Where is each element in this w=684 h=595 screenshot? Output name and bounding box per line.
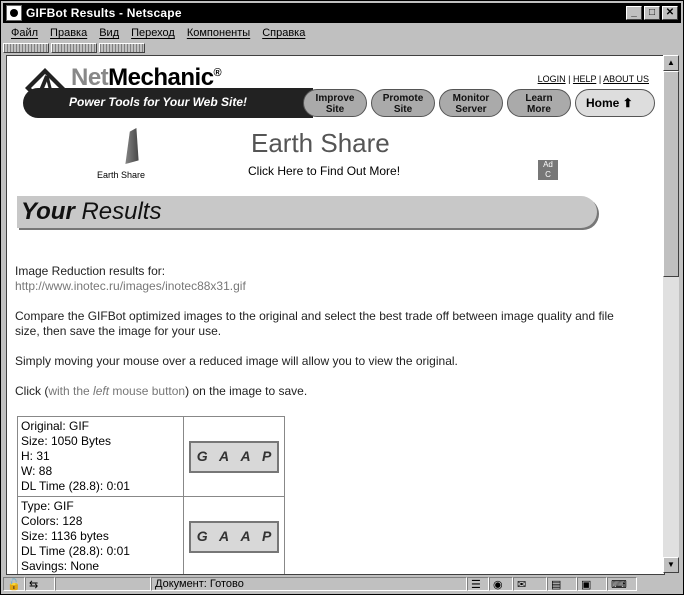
image-info: Original: GIF Size: 1050 Bytes H: 31 W: … (18, 417, 184, 496)
intro-text: Image Reduction results for: (15, 264, 166, 278)
mouseover-text: Simply moving your mouse over a reduced … (15, 354, 458, 368)
reduced-image-thumbnail[interactable]: GAAP (189, 520, 279, 553)
table-row: Type: GIF Colors: 128 Size: 1136 bytes D… (18, 496, 284, 574)
minimize-button[interactable]: _ (626, 6, 642, 20)
improve-site-button[interactable]: Improve Site (303, 89, 367, 117)
conference-icon[interactable]: ⌨ (607, 577, 637, 591)
toolbar-grip[interactable] (99, 43, 145, 53)
menu-components[interactable]: Компоненты (187, 27, 250, 39)
mail-icon[interactable]: ✉ (513, 577, 547, 591)
compare-text: Compare the GIFBot optimized images to t… (15, 309, 614, 338)
toolbar-grip[interactable] (3, 43, 49, 53)
netscape-icon (6, 5, 22, 21)
maximize-button[interactable]: □ (644, 6, 660, 20)
home-button[interactable]: Home ⬆ (575, 89, 655, 117)
table-row: Original: GIF Size: 1050 Bytes H: 31 W: … (18, 417, 284, 496)
earth-share-ad[interactable]: Earth Share Earth Share Click Here to Fi… (97, 126, 577, 184)
nav-pill: Power Tools for Your Web Site! Improve Si… (17, 86, 657, 120)
image-info: Type: GIF Colors: 128 Size: 1136 bytes D… (18, 497, 184, 574)
status-text: Документ: Готово (151, 577, 467, 591)
component-icon[interactable]: ☰ (467, 577, 489, 591)
promote-site-button[interactable]: Promote Site (371, 89, 435, 117)
ad-title: Earth Share (251, 128, 390, 158)
scroll-thumb[interactable] (663, 71, 679, 277)
menu-help[interactable]: Справка (262, 27, 305, 39)
composer-icon[interactable]: ▣ (577, 577, 607, 591)
window-title: GIFBot Results - Netscape (26, 6, 182, 20)
original-image-thumbnail[interactable]: GAAP (189, 440, 279, 473)
browser-window: GIFBot Results - Netscape _ □ ✕ Файл Пра… (0, 0, 684, 595)
home-arrow-icon: ⬆ (622, 96, 633, 110)
login-link[interactable]: LOGIN (538, 74, 566, 84)
tagline: Power Tools for Your Web Site! (69, 95, 248, 109)
image-cell: GAAP (184, 417, 284, 496)
title-bar: GIFBot Results - Netscape _ □ ✕ (3, 3, 681, 23)
ad-cta: Click Here to Find Out More! (248, 164, 401, 178)
menu-edit[interactable]: Правка (50, 27, 87, 39)
results-table: Original: GIF Size: 1050 Bytes H: 31 W: … (17, 416, 285, 574)
collapsed-toolbars (3, 43, 681, 53)
discussion-icon[interactable]: ▤ (547, 577, 577, 591)
learn-more-button[interactable]: Learn More (507, 89, 571, 117)
toolbar-grip[interactable] (51, 43, 97, 53)
menu-view[interactable]: Вид (99, 27, 119, 39)
connection-icon: ⇆ (25, 577, 55, 591)
menu-go[interactable]: Переход (131, 27, 175, 39)
monitor-server-button[interactable]: Monitor Server (439, 89, 503, 117)
page-title: Your Results (21, 198, 162, 225)
ad-council-logo: Ad C (538, 160, 558, 180)
page-viewport: NetMechanic® LOGIN | HELP | ABOUT US Pow… (6, 55, 665, 575)
menu-bar: Файл Правка Вид Переход Компоненты Справ… (3, 24, 681, 42)
earth-share-caption: Earth Share (97, 170, 146, 180)
help-link[interactable]: HELP (573, 74, 596, 84)
close-button[interactable]: ✕ (662, 6, 678, 20)
click-instructions: Click (with the left mouse button) on th… (15, 384, 308, 398)
scroll-down-button[interactable]: ▼ (663, 557, 679, 573)
image-cell: GAAP (184, 497, 284, 574)
image-url: http://www.inotec.ru/images/inotec88x31.… (15, 279, 246, 293)
about-us-link[interactable]: ABOUT US (603, 74, 649, 84)
netmechanic-banner: NetMechanic® LOGIN | HELP | ABOUT US Pow… (17, 60, 657, 122)
scroll-up-button[interactable]: ▲ (663, 55, 679, 71)
top-links: LOGIN | HELP | ABOUT US (537, 74, 649, 84)
navigator-icon[interactable]: ◉ (489, 577, 513, 591)
earth-share-logo-icon (125, 128, 139, 164)
results-heading-bar: Your Results (17, 196, 597, 228)
menu-file[interactable]: Файл (11, 27, 38, 39)
status-bar: 🔓 ⇆ Документ: Готово ☰ ◉ ✉ ▤ ▣ ⌨ (3, 575, 681, 593)
vertical-scrollbar[interactable]: ▲ ▼ (663, 55, 679, 573)
security-lock-icon[interactable]: 🔓 (3, 577, 25, 591)
